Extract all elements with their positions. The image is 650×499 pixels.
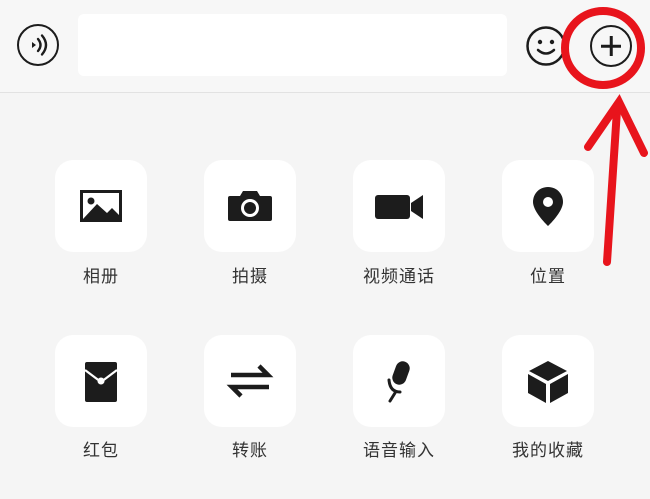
red-packet-label: 红包 bbox=[83, 441, 119, 461]
voice-icon bbox=[32, 34, 48, 56]
voice-input-label: 语音输入 bbox=[363, 441, 435, 461]
location-label: 位置 bbox=[530, 267, 566, 287]
annotation-arrow-head bbox=[584, 94, 648, 157]
chat-input-bar bbox=[0, 0, 650, 93]
favorites-label: 我的收藏 bbox=[512, 441, 584, 461]
red-packet-tile[interactable] bbox=[55, 335, 147, 427]
red-packet-icon bbox=[84, 362, 118, 402]
transfer-tile[interactable] bbox=[204, 335, 296, 427]
album-tile[interactable] bbox=[55, 160, 147, 252]
video-call-icon bbox=[375, 195, 423, 219]
favorites-cube-icon bbox=[528, 361, 568, 403]
favorites-tile[interactable] bbox=[502, 335, 594, 427]
annotation-arrow-shaft bbox=[603, 106, 621, 266]
location-tile[interactable] bbox=[502, 160, 594, 252]
more-functions-button[interactable] bbox=[590, 25, 632, 67]
camera-label: 拍摄 bbox=[232, 267, 268, 287]
microphone-icon bbox=[387, 361, 410, 403]
message-input[interactable] bbox=[78, 14, 507, 76]
voice-input-tile[interactable] bbox=[353, 335, 445, 427]
transfer-arrows-icon bbox=[226, 364, 274, 398]
video-call-tile[interactable] bbox=[353, 160, 445, 252]
album-label: 相册 bbox=[83, 267, 119, 287]
location-pin-icon bbox=[533, 187, 563, 226]
emoji-icon bbox=[526, 26, 566, 66]
camera-tile[interactable] bbox=[204, 160, 296, 252]
image-icon bbox=[80, 190, 122, 222]
voice-input-button[interactable] bbox=[17, 24, 59, 66]
camera-icon bbox=[228, 191, 272, 221]
emoji-button[interactable] bbox=[524, 24, 568, 68]
transfer-label: 转账 bbox=[232, 441, 268, 461]
video-call-label: 视频通话 bbox=[363, 267, 435, 287]
